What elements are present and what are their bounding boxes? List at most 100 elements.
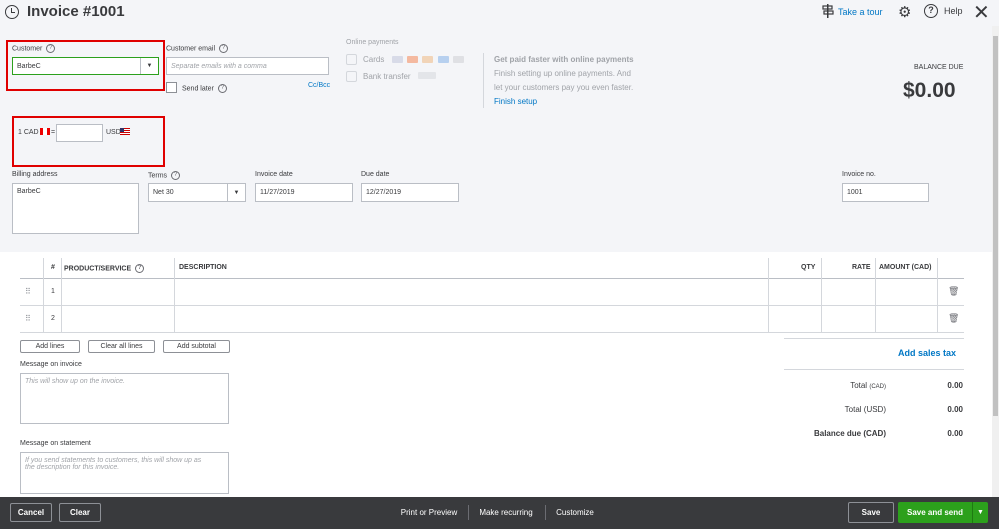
terms-select[interactable]: Net 30 ▼ [148, 183, 246, 202]
us-flag-icon [120, 128, 130, 135]
divider [784, 338, 964, 339]
divider [483, 53, 484, 108]
billing-address-label: Billing address [12, 171, 58, 178]
close-icon[interactable]: ✕ [973, 0, 990, 25]
due-date-input[interactable]: 12/27/2019 [361, 183, 459, 202]
divider [468, 505, 469, 520]
terms-label: Terms? [148, 171, 181, 180]
col-qty: QTY [801, 264, 816, 271]
balance-due-cad-value: 0.00 [947, 429, 963, 438]
add-lines-button[interactable]: Add lines [20, 340, 80, 353]
balance-due-cad-label: Balance due (CAD) [813, 429, 886, 438]
chevron-down-icon[interactable]: ▼ [972, 502, 988, 523]
visa-icon [392, 56, 403, 64]
currency-from: 1 CAD [18, 129, 39, 136]
send-later-label: Send later? [182, 84, 227, 93]
promo-line2: let your customers pay you even faster. [494, 83, 634, 92]
signpost-icon[interactable] [822, 4, 834, 18]
promo-line1: Finish setting up online payments. And [494, 69, 631, 78]
total-usd-value: 0.00 [947, 405, 963, 414]
message-invoice-label: Message on invoice [20, 361, 82, 368]
print-preview-button[interactable]: Print or Preview [394, 503, 464, 522]
currency-eq: = [51, 129, 56, 136]
add-subtotal-button[interactable]: Add subtotal [163, 340, 230, 353]
customer-value: BarbeC [17, 62, 41, 70]
bank-transfer-label: Bank transfer [363, 72, 411, 81]
col-product: PRODUCT/SERVICE? [64, 264, 145, 273]
send-later-checkbox[interactable] [166, 82, 177, 93]
col-num: # [51, 264, 55, 271]
invoice-date-input[interactable]: 11/27/2019 [255, 183, 353, 202]
page-title: Invoice #1001 [27, 3, 125, 20]
balance-due-label: BALANCE DUE [914, 64, 964, 71]
message-statement-label: Message on statement [20, 440, 91, 447]
table-row[interactable]: ⠿ 2 🗑 [20, 306, 964, 333]
clear-all-lines-button[interactable]: Clear all lines [88, 340, 155, 353]
save-and-send-button[interactable]: Save and send [898, 502, 972, 523]
invoice-no-input[interactable]: 1001 [842, 183, 929, 202]
card-brands [392, 55, 466, 64]
history-icon[interactable] [5, 5, 19, 19]
promo-title: Get paid faster with online payments [494, 55, 634, 64]
make-recurring-button[interactable]: Make recurring [472, 503, 540, 522]
due-date-label: Due date [361, 171, 390, 178]
clear-button[interactable]: Clear [59, 503, 101, 522]
customer-email-input[interactable]: Separate emails with a comma [166, 57, 329, 75]
cards-label: Cards [363, 55, 385, 64]
scrollbar-track[interactable] [992, 26, 999, 497]
canada-flag-icon [40, 128, 50, 135]
drag-handle-icon[interactable]: ⠿ [25, 287, 31, 296]
take-tour-link[interactable]: Take a tour [838, 7, 883, 17]
question-icon[interactable]: ? [219, 44, 229, 53]
total-usd-label: Total (USD) [844, 405, 886, 414]
add-sales-tax-link[interactable]: Add sales tax [898, 348, 956, 358]
table-row[interactable]: ⠿ 1 🗑 [20, 279, 964, 306]
total-cad-label: Total (CAD) [850, 381, 886, 390]
question-icon[interactable]: ? [46, 44, 56, 53]
drag-handle-icon[interactable]: ⠿ [25, 314, 31, 323]
page-header: Invoice #1001 Take a tour ⚙ ? Help ✕ [0, 0, 999, 26]
cc-bcc-link[interactable]: Cc/Bcc [308, 82, 330, 89]
customer-label: Customer? [12, 44, 56, 53]
scrollbar-thumb[interactable] [993, 36, 998, 416]
gear-icon[interactable]: ⚙ [898, 3, 911, 21]
chevron-down-icon[interactable]: ▼ [227, 184, 245, 201]
trash-icon[interactable]: 🗑 [948, 313, 959, 324]
invoice-no-label: Invoice no. [842, 171, 876, 178]
total-cad-value: 0.00 [947, 381, 963, 390]
customize-button[interactable]: Customize [550, 503, 600, 522]
save-button[interactable]: Save [848, 502, 894, 523]
row-number: 1 [51, 288, 55, 295]
billing-address-input[interactable]: BarbeC [12, 183, 139, 234]
bank-transfer-checkbox[interactable] [346, 71, 357, 82]
online-payments-heading: Online payments [346, 39, 399, 46]
help-link[interactable]: Help [944, 6, 963, 16]
trash-icon[interactable]: 🗑 [948, 286, 959, 297]
cards-checkbox[interactable] [346, 54, 357, 65]
message-statement-input[interactable]: If you send statements to customers, thi… [20, 452, 229, 494]
row-number: 2 [51, 315, 55, 322]
finish-setup-link[interactable]: Finish setup [494, 97, 537, 106]
col-description: DESCRIPTION [179, 264, 227, 271]
help-icon[interactable]: ? [924, 4, 938, 18]
customer-email-label: Customer email? [166, 44, 229, 53]
amex-icon [437, 56, 449, 64]
question-icon[interactable]: ? [217, 84, 227, 93]
message-invoice-input[interactable]: This will show up on the invoice. [20, 373, 229, 424]
currency-to: USD [106, 129, 121, 136]
discover-icon [422, 56, 434, 64]
balance-due-amount: $0.00 [903, 79, 956, 102]
col-amount: AMOUNT (CAD) [879, 264, 932, 271]
question-icon[interactable]: ? [135, 264, 145, 273]
customer-select[interactable]: BarbeC ▼ [12, 57, 159, 75]
col-rate: RATE [852, 264, 871, 271]
cancel-button[interactable]: Cancel [10, 503, 52, 522]
mastercard-icon [407, 56, 419, 64]
exchange-rate-input[interactable] [56, 124, 103, 142]
question-icon[interactable]: ? [171, 171, 181, 180]
pay-icon [452, 56, 464, 64]
invoice-date-label: Invoice date [255, 171, 293, 178]
bank-icon [418, 72, 436, 79]
divider [784, 369, 964, 370]
chevron-down-icon[interactable]: ▼ [140, 58, 158, 74]
